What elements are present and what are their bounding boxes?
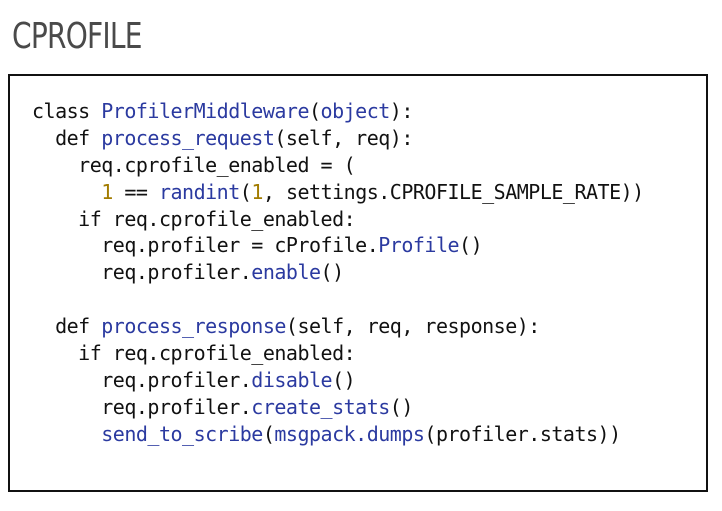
code-token: ProfilerMiddleware — [101, 99, 309, 123]
code-token: process_request — [101, 125, 275, 150]
code-token: ( — [309, 99, 321, 123]
code-line: def process_response(self, req, response… — [32, 313, 644, 340]
code-token: 1 — [101, 179, 113, 204]
code-token: () — [320, 260, 345, 285]
code-token: def — [55, 125, 102, 150]
code-line: req.profiler = cProfile.Profile() — [32, 232, 644, 259]
code-token: enable — [251, 260, 321, 285]
code-token: == — [112, 179, 159, 204]
code-token: () — [332, 367, 356, 392]
code-token: msgpack.dumps — [274, 421, 425, 446]
code-token: req.profiler. — [101, 260, 252, 285]
code-line: req.cprofile_enabled = ( — [32, 152, 644, 179]
code-line: send_to_scribe(msgpack.dumps(profiler.st… — [32, 421, 644, 448]
code-token: randint — [158, 179, 240, 204]
code-token: req.cprofile_enabled = ( — [78, 152, 356, 177]
code-listing: class ProfilerMiddleware(object): def pr… — [32, 98, 644, 448]
code-token: req.profiler. — [101, 367, 252, 392]
code-token: req.profiler = cProfile. — [101, 233, 379, 258]
slide-title: CPROFILE — [12, 16, 143, 57]
code-line: class ProfilerMiddleware(object): — [32, 98, 644, 125]
code-token: (self, req): — [274, 125, 413, 150]
code-token: def — [55, 314, 102, 339]
code-token: class — [32, 99, 102, 123]
code-token: process_response — [101, 314, 286, 339]
code-token: if req.cprofile_enabled: — [78, 341, 356, 366]
code-line: def process_request(self, req): — [32, 125, 644, 152]
code-token: if req.cprofile_enabled: — [78, 206, 356, 231]
code-token: disable — [251, 367, 333, 392]
code-token: ( — [262, 421, 275, 446]
code-token: ( — [239, 179, 252, 204]
code-token: () — [389, 394, 414, 419]
code-line: if req.cprofile_enabled: — [32, 340, 644, 367]
code-token: , settings.CPROFILE_SAMPLE_RATE)) — [262, 179, 644, 204]
code-line: req.profiler.create_stats() — [32, 394, 644, 421]
code-token: object — [320, 99, 391, 123]
code-line: req.profiler.enable() — [32, 259, 644, 286]
code-line: 1 == randint(1, settings.CPROFILE_SAMPLE… — [32, 179, 644, 206]
code-block: class ProfilerMiddleware(object): def pr… — [8, 74, 708, 492]
code-token: () — [459, 233, 483, 258]
code-token: (profiler.stats)) — [424, 421, 621, 446]
code-token: Profile — [378, 233, 460, 258]
code-line: if req.cprofile_enabled: — [32, 206, 644, 233]
code-token: send_to_scribe — [101, 421, 263, 446]
code-token: 1 — [251, 179, 263, 204]
code-token: (self, req, response): — [285, 314, 540, 339]
code-token: ): — [389, 99, 414, 123]
code-token: req.profiler. — [101, 394, 252, 419]
code-line: req.profiler.disable() — [32, 367, 644, 394]
code-token: create_stats — [251, 394, 390, 419]
